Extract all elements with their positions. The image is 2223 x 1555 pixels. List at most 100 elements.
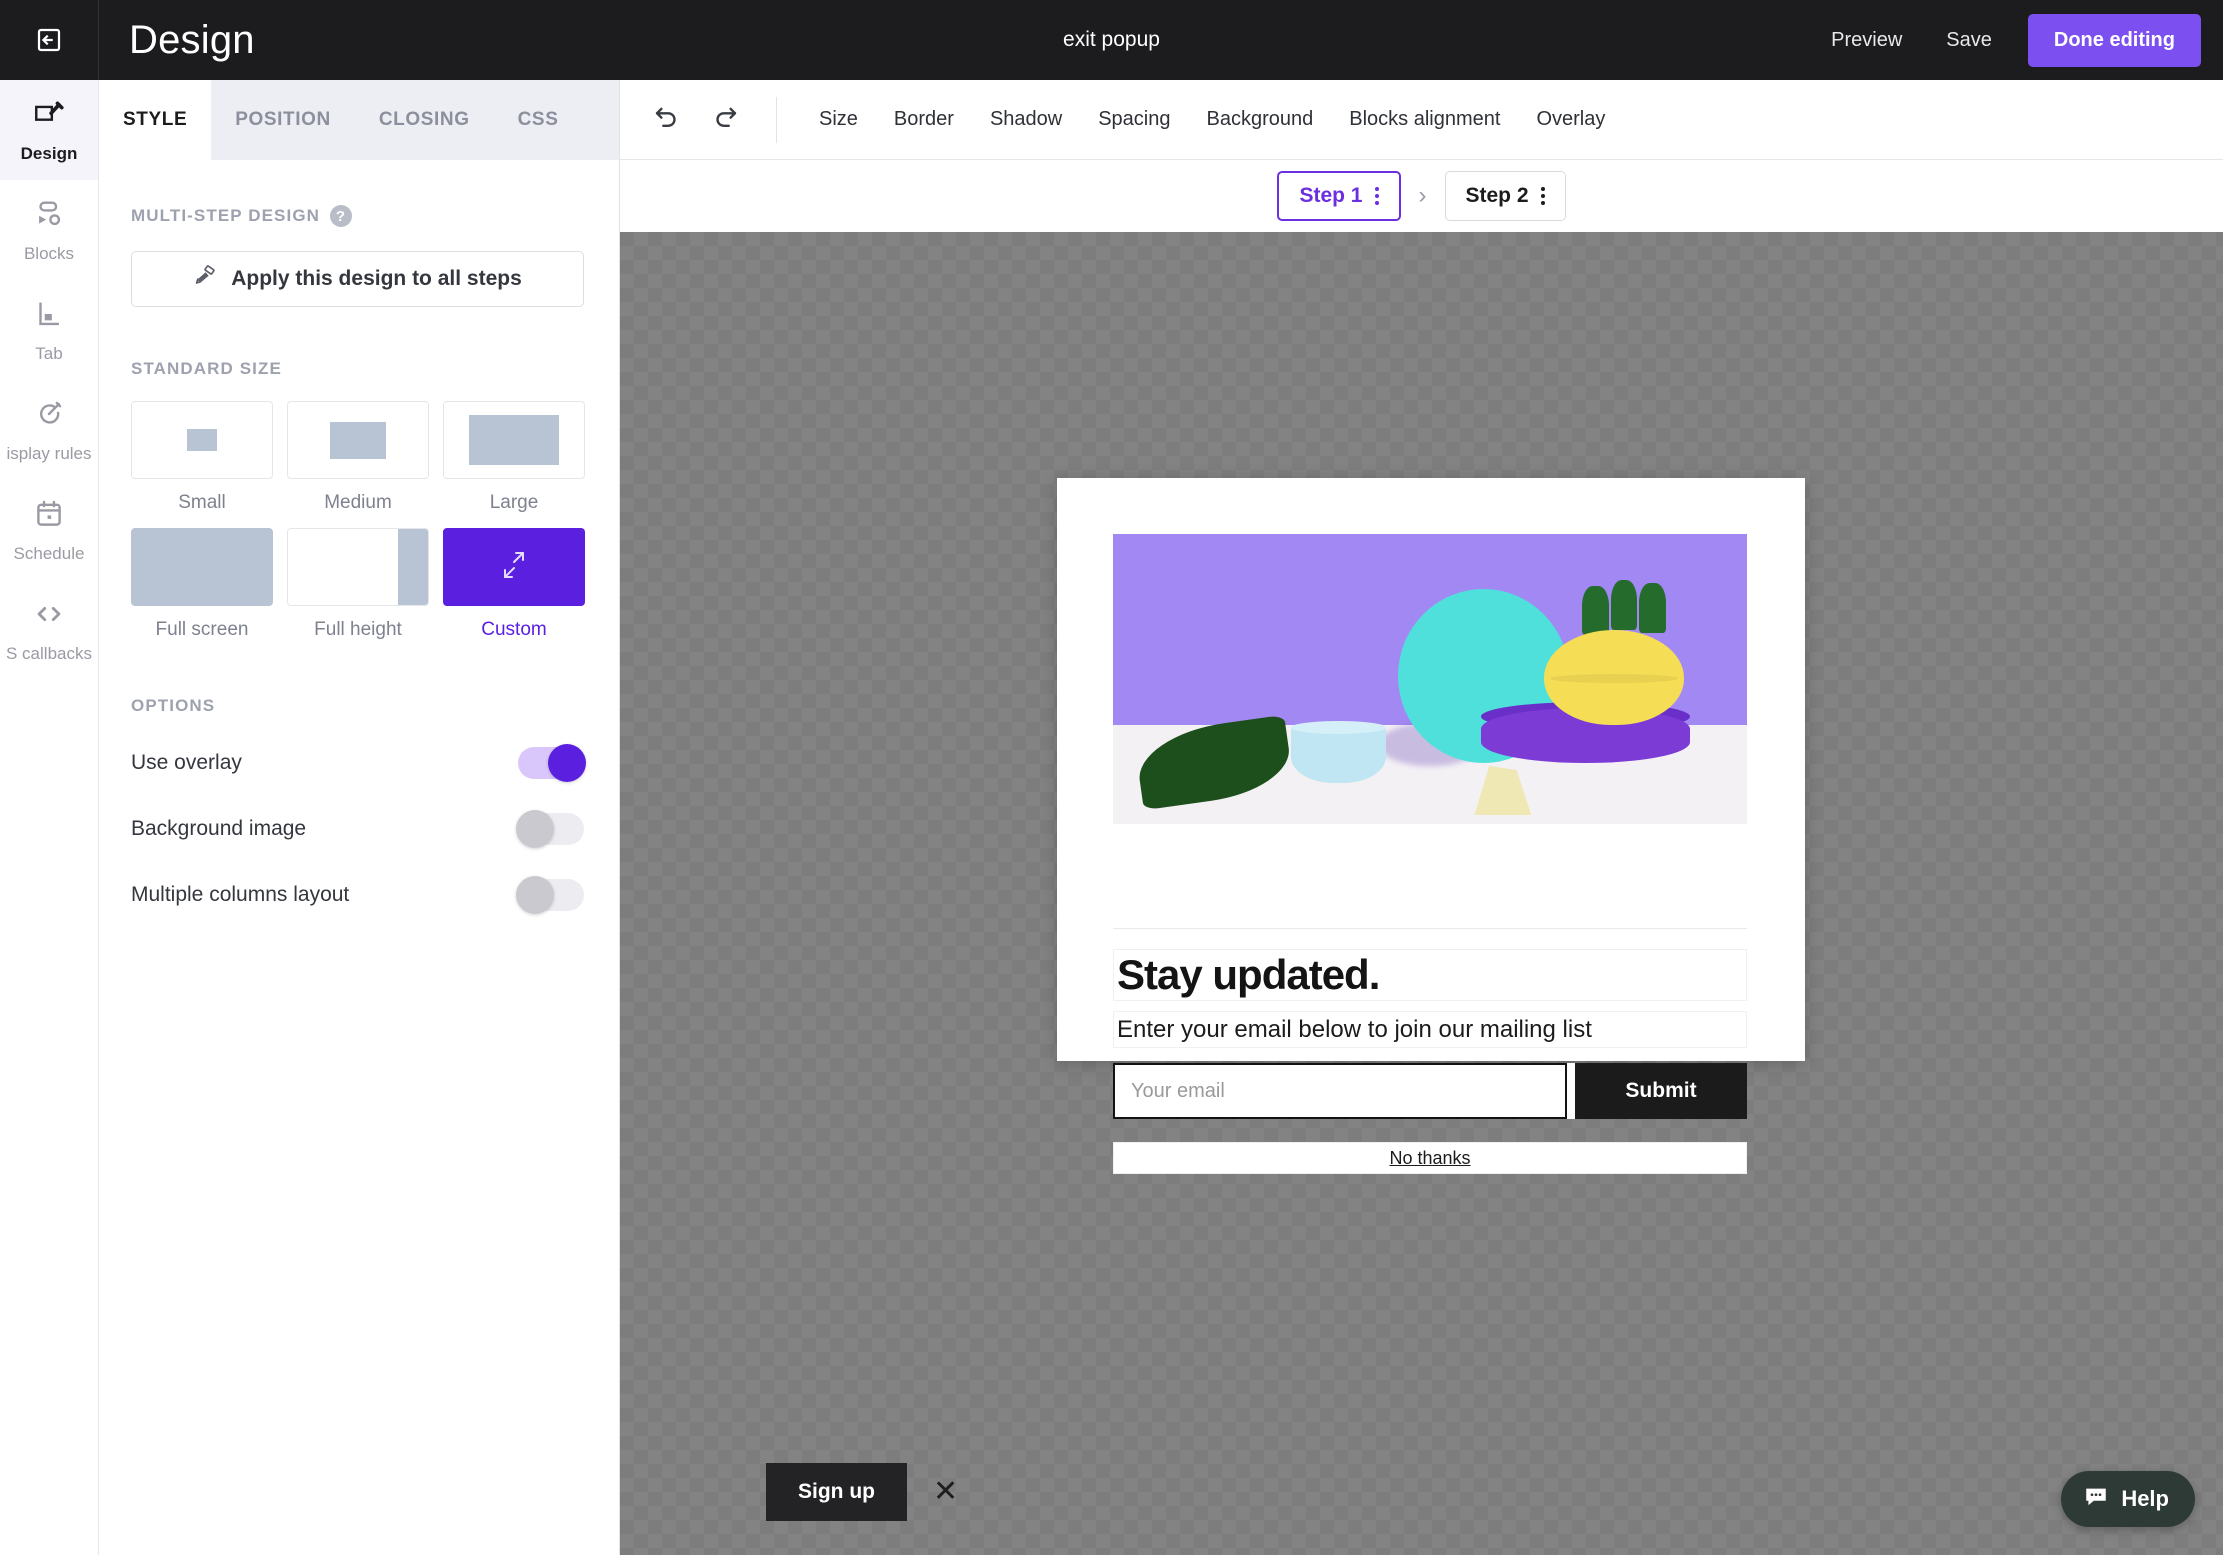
sidebar-item-label: Schedule (13, 543, 85, 563)
step-label: Step 2 (1465, 184, 1529, 207)
tool-link-blocks-alignment[interactable]: Blocks alignment (1349, 108, 1500, 131)
size-option-custom[interactable]: Custom (443, 528, 585, 641)
multistep-section-label: MULTI-STEP DESIGN (131, 206, 321, 225)
done-editing-button[interactable]: Done editing (2027, 13, 2201, 67)
help-button[interactable]: Help (2061, 1471, 2195, 1527)
save-button[interactable]: Save (1924, 19, 2014, 62)
sign-up-tab-button[interactable]: Sign up (766, 1463, 907, 1521)
still-life-illustration (1113, 534, 1747, 824)
size-thumb-medium (287, 401, 429, 479)
step-chip-1[interactable]: Step 1 (1277, 171, 1401, 221)
tab-closing[interactable]: CLOSING (355, 80, 494, 160)
popup-subheading: Enter your email below to join our maili… (1117, 1015, 1592, 1043)
size-option-full-height[interactable]: Full height (287, 528, 429, 641)
popup-heading-block[interactable]: Stay updated. (1113, 949, 1747, 1001)
chat-bubble-icon (2083, 1483, 2109, 1515)
undo-icon[interactable] (652, 102, 682, 137)
target-icon (32, 397, 66, 436)
standard-size-grid: Small Medium Large Full screen Full heig… (131, 401, 619, 641)
size-preview-rect (469, 415, 559, 465)
panel-tab-bar: STYLE POSITION CLOSING CSS (99, 80, 619, 160)
sidebar-item-display-rules[interactable]: isplay rules (0, 380, 98, 480)
size-preview-rect (398, 529, 428, 605)
tool-link-size[interactable]: Size (819, 108, 858, 131)
size-option-label: Small (178, 492, 226, 513)
tab-icon (32, 297, 66, 336)
sidebar-item-label: S callbacks (6, 643, 92, 663)
size-option-label: Custom (481, 619, 547, 640)
popup-subheading-block[interactable]: Enter your email below to join our maili… (1113, 1011, 1747, 1048)
left-nav-rail: Design Blocks Tab isplay rules Schedule … (0, 80, 99, 1555)
size-thumb-large (443, 401, 585, 479)
size-thumb-full-height (287, 528, 429, 606)
popup-content-divider (1113, 928, 1747, 929)
sidebar-item-schedule[interactable]: Schedule (0, 480, 98, 580)
option-label: Background image (131, 817, 307, 840)
tool-link-shadow[interactable]: Shadow (990, 108, 1062, 131)
question-mark-icon[interactable]: ? (330, 205, 353, 227)
preview-button[interactable]: Preview (1809, 19, 1924, 62)
code-icon (32, 597, 66, 636)
popup-canvas[interactable]: Stay updated. Enter your email below to … (620, 232, 2223, 1555)
multistep-section-header: MULTI-STEP DESIGN ? (131, 205, 619, 227)
popup-preview-card[interactable]: Stay updated. Enter your email below to … (1057, 478, 1805, 1174)
toggle-use-overlay[interactable] (518, 744, 586, 782)
size-option-full-screen[interactable]: Full screen (131, 528, 273, 641)
tab-css[interactable]: CSS (494, 80, 583, 160)
size-thumb-custom (443, 528, 585, 606)
panel-body: MULTI-STEP DESIGN ? Apply this design to… (99, 160, 619, 928)
size-option-small[interactable]: Small (131, 401, 273, 514)
option-label: Multiple columns layout (131, 883, 350, 906)
option-row-multiple-columns-layout: Multiple columns layout (131, 862, 584, 928)
toggle-multiple-columns-layout[interactable] (516, 876, 584, 914)
tab-style[interactable]: STYLE (99, 80, 212, 160)
no-thanks-link[interactable]: No thanks (1389, 1148, 1470, 1169)
help-label: Help (2121, 1486, 2169, 1511)
close-x-icon[interactable]: ✕ (933, 1477, 958, 1507)
tab-teaser: Sign up ✕ (766, 1463, 958, 1521)
sidebar-item-label: Design (20, 143, 78, 163)
exit-arrow-icon (34, 25, 64, 55)
editor-toolbar: Size Border Shadow Spacing Background Bl… (620, 80, 2223, 160)
app-title: Design (129, 17, 255, 62)
style-tool-links: Size Border Shadow Spacing Background Bl… (777, 108, 1605, 131)
apply-design-to-all-steps-button[interactable]: Apply this design to all steps (131, 251, 584, 307)
popup-heading: Stay updated. (1117, 951, 1380, 998)
sidebar-item-label: isplay rules (6, 443, 92, 463)
step-label: Step 1 (1299, 184, 1363, 207)
calendar-icon (32, 497, 66, 536)
submit-button[interactable]: Submit (1575, 1063, 1747, 1119)
email-input[interactable] (1113, 1063, 1567, 1119)
apply-design-button-label: Apply this design to all steps (231, 267, 522, 290)
toggle-background-image[interactable] (516, 810, 584, 848)
popup-hero-image[interactable] (1113, 534, 1747, 824)
redo-icon[interactable] (710, 102, 740, 137)
standard-size-section-label: STANDARD SIZE (131, 359, 282, 378)
tab-position[interactable]: POSITION (211, 80, 355, 160)
tool-link-border[interactable]: Border (894, 108, 954, 131)
exit-editor-button[interactable] (0, 0, 99, 80)
tool-link-overlay[interactable]: Overlay (1536, 108, 1605, 131)
sidebar-item-js-callbacks[interactable]: S callbacks (0, 580, 98, 680)
popup-dismiss-block[interactable]: No thanks (1113, 1142, 1747, 1174)
tool-link-background[interactable]: Background (1207, 108, 1314, 131)
sidebar-item-blocks[interactable]: Blocks (0, 180, 98, 280)
size-option-label: Full screen (155, 619, 249, 640)
step-separator-icon: › (1418, 182, 1427, 209)
design-editor-app: Design exit popup Preview Save Done edit… (0, 0, 2223, 1555)
sidebar-item-tab[interactable]: Tab (0, 280, 98, 380)
size-option-medium[interactable]: Medium (287, 401, 429, 514)
size-option-label: Full height (314, 619, 402, 640)
sidebar-item-design[interactable]: Design (0, 80, 98, 180)
popup-signup-form: Submit (1113, 1063, 1747, 1119)
size-preview-rect (187, 429, 217, 451)
step-menu-icon[interactable] (1374, 187, 1379, 205)
size-option-large[interactable]: Large (443, 401, 585, 514)
step-chip-2[interactable]: Step 2 (1444, 171, 1566, 221)
step-menu-icon[interactable] (1540, 187, 1545, 205)
option-row-background-image: Background image (131, 796, 584, 862)
size-option-label: Large (489, 492, 539, 513)
tool-link-spacing[interactable]: Spacing (1098, 108, 1170, 131)
steps-bar: Step 1 › Step 2 (620, 160, 2223, 232)
options-list: Use overlay Background image Multiple co… (131, 730, 619, 928)
